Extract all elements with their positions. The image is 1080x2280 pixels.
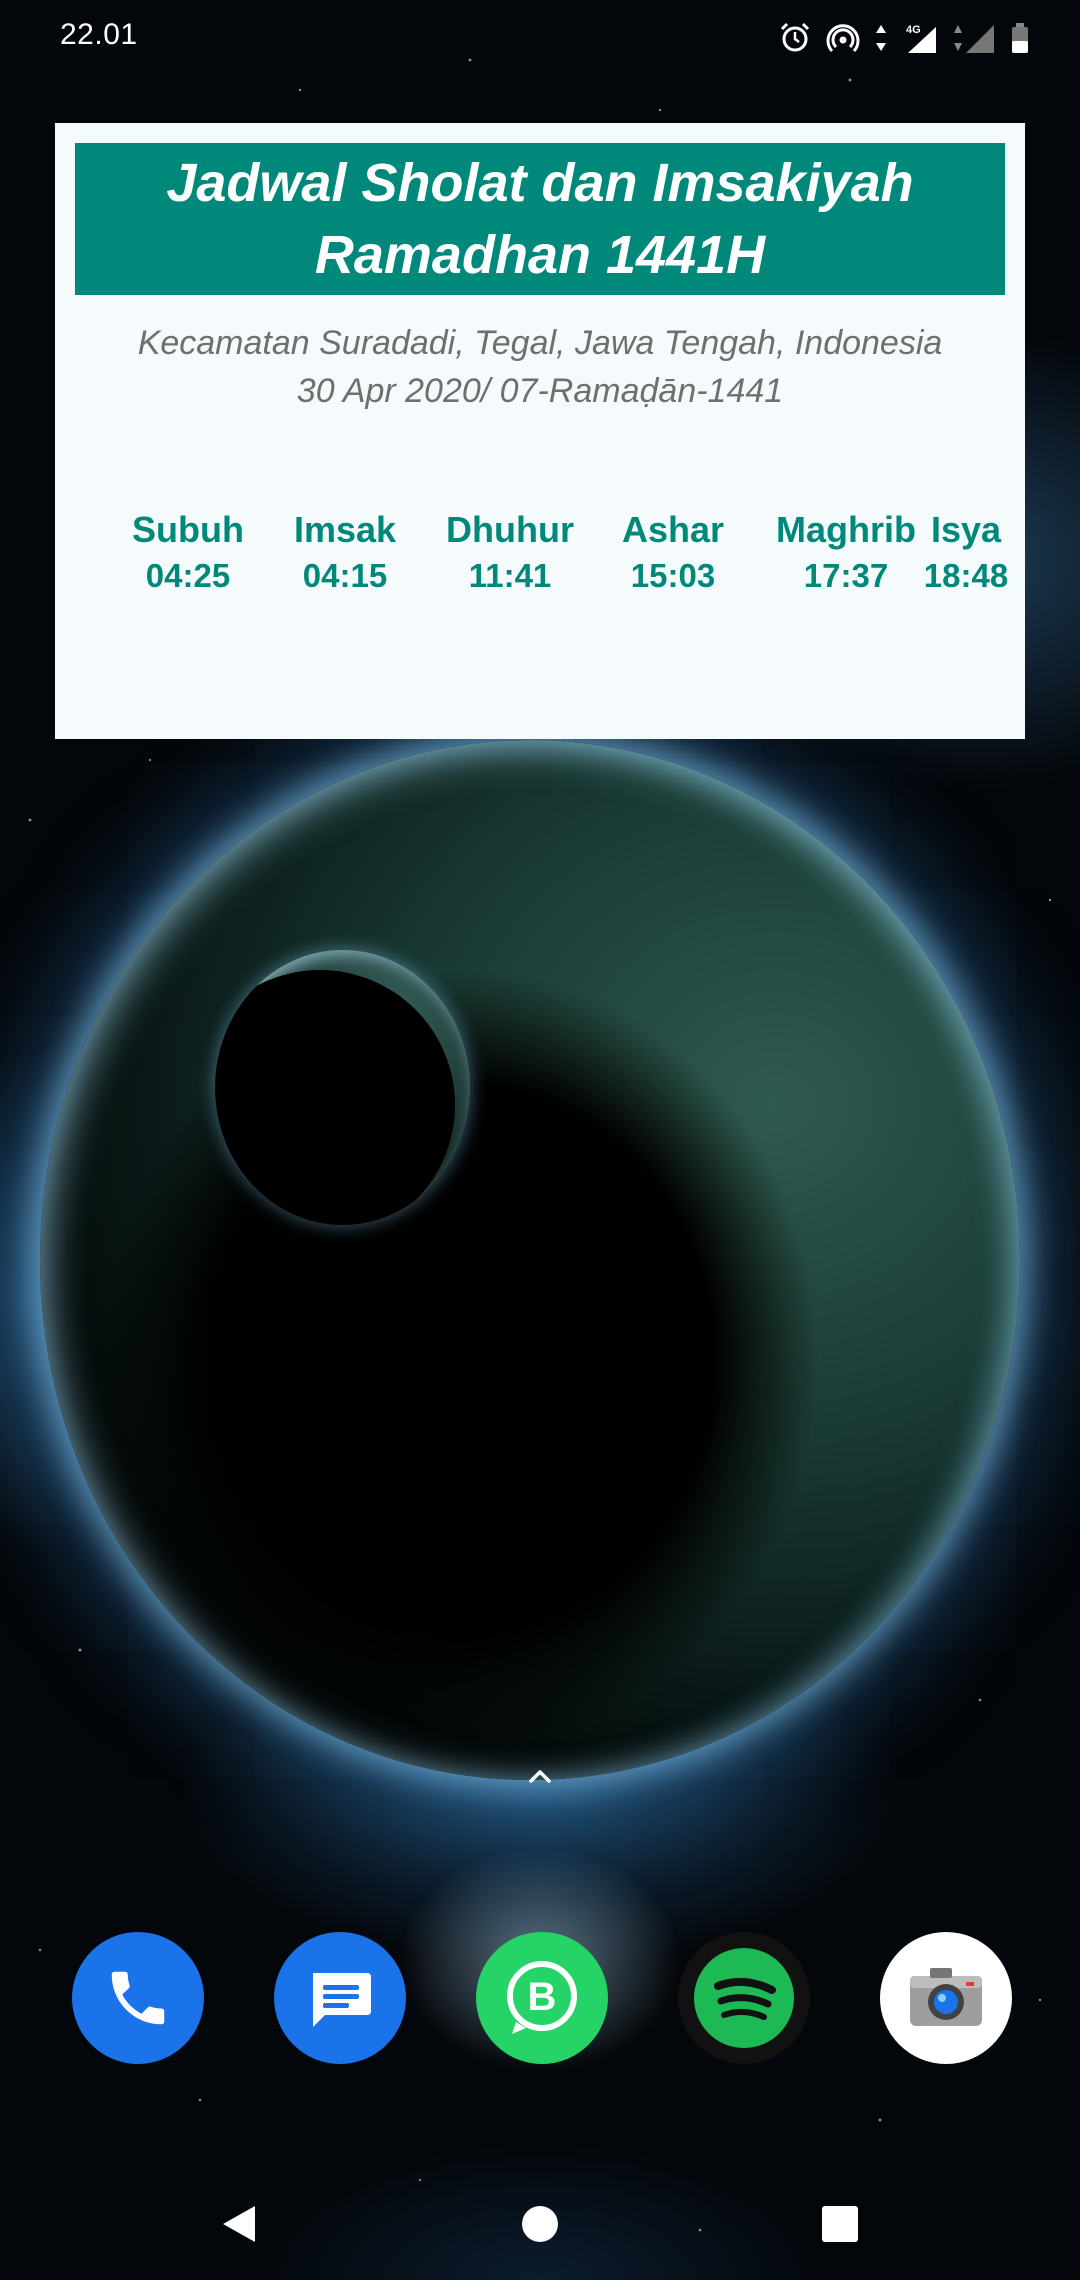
widget-location-block: Kecamatan Suradadi, Tegal, Jawa Tengah, … xyxy=(75,319,1005,415)
prayer-schedule-widget[interactable]: Jadwal Sholat dan Imsakiyah Ramadhan 144… xyxy=(55,123,1025,739)
prayer-time: 04:25 xyxy=(145,557,231,594)
signal-icon xyxy=(954,25,994,53)
back-icon[interactable] xyxy=(211,2196,267,2252)
widget-location: Kecamatan Suradadi, Tegal, Jawa Tengah, … xyxy=(137,324,943,362)
status-bar: 22.01 4G xyxy=(0,0,1080,76)
prayer-imsak: Imsak 04:15 xyxy=(260,507,430,599)
home-icon[interactable] xyxy=(512,2196,568,2252)
prayer-name: Isya xyxy=(930,509,1002,550)
data-arrows-icon xyxy=(876,25,886,51)
prayer-times-row: Subuh 04:25 Imsak 04:15 Dhuhur 11:41 Ash… xyxy=(55,507,1025,617)
phone-icon[interactable] xyxy=(72,1932,204,2064)
prayer-subuh: Subuh 04:25 xyxy=(103,507,273,599)
messages-icon[interactable] xyxy=(274,1932,406,2064)
prayer-time: 11:41 xyxy=(468,557,552,594)
prayer-name: Imsak xyxy=(293,509,397,550)
planet-wallpaper xyxy=(40,740,1020,1780)
whatsapp-business-icon[interactable]: B xyxy=(476,1932,608,2064)
prayer-name: Ashar xyxy=(621,509,725,550)
battery-icon xyxy=(1012,23,1028,53)
status-time: 22.01 xyxy=(60,18,138,51)
network-label: 4G xyxy=(906,24,921,36)
prayer-dhuhur: Dhuhur 11:41 xyxy=(425,507,595,599)
status-icons: 4G xyxy=(778,18,1030,58)
app-drawer-chevron-icon[interactable] xyxy=(525,1764,555,1788)
widget-title-line2: Ramadhan 1441H xyxy=(314,225,766,285)
prayer-name: Dhuhur xyxy=(446,509,574,550)
recents-icon[interactable] xyxy=(812,2196,868,2252)
prayer-time: 18:48 xyxy=(923,557,1009,594)
prayer-ashar: Ashar 15:03 xyxy=(588,507,758,599)
moon-wallpaper xyxy=(215,950,470,1225)
alarm-icon xyxy=(780,22,810,52)
spotify-icon[interactable] xyxy=(678,1932,810,2064)
prayer-time: 04:15 xyxy=(302,557,388,594)
widget-date: 30 Apr 2020/ 07-Ramaḍān-1441 xyxy=(296,372,784,410)
svg-text:B: B xyxy=(528,1975,557,2019)
prayer-time: 15:03 xyxy=(630,557,716,594)
signal-4g-icon: 4G xyxy=(906,24,936,53)
prayer-isya: Isya 18:48 xyxy=(881,507,1051,599)
widget-title: Jadwal Sholat dan Imsakiyah Ramadhan 144… xyxy=(75,143,1005,295)
prayer-name: Subuh xyxy=(132,509,244,550)
camera-icon[interactable] xyxy=(880,1932,1012,2064)
widget-title-line1: Jadwal Sholat dan Imsakiyah xyxy=(166,153,914,213)
hotspot-icon xyxy=(826,24,860,53)
